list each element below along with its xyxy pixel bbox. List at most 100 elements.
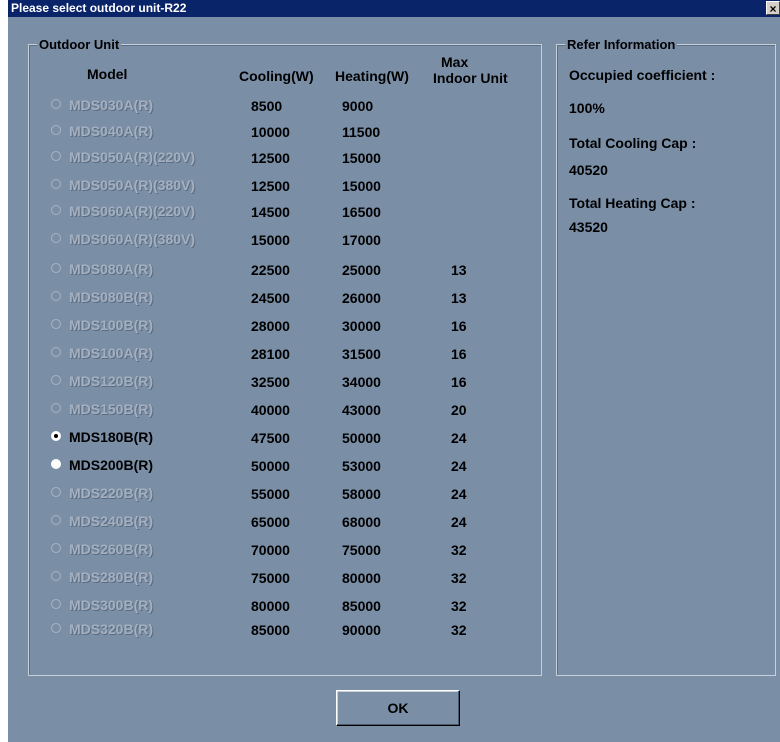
model-radio-button[interactable] xyxy=(51,431,61,441)
occupied-coefficient-value: 100% xyxy=(569,100,605,116)
model-label[interactable]: MDS080B(R) xyxy=(69,287,153,307)
model-label[interactable]: MDS080A(R) xyxy=(69,259,153,279)
model-label[interactable]: MDS050A(R)(220V) xyxy=(69,147,195,167)
model-label[interactable]: MDS180B(R) xyxy=(69,427,153,447)
max-indoor-unit-value: 16 xyxy=(451,346,467,362)
cooling-value: 55000 xyxy=(251,486,290,502)
model-radio-button[interactable] xyxy=(51,179,61,189)
model-radio-button[interactable] xyxy=(51,515,61,525)
header-cooling: Cooling(W) xyxy=(239,68,314,84)
close-button[interactable]: × xyxy=(766,1,780,16)
model-label[interactable]: MDS200B(R) xyxy=(69,455,153,475)
heating-value: 75000 xyxy=(342,542,381,558)
model-radio-button[interactable] xyxy=(51,487,61,497)
header-model: Model xyxy=(87,66,128,82)
model-radio-button[interactable] xyxy=(51,99,61,109)
model-radio-button[interactable] xyxy=(51,571,61,581)
max-indoor-unit-value: 20 xyxy=(451,402,467,418)
model-radio-button[interactable] xyxy=(51,375,61,385)
ok-button[interactable]: OK xyxy=(336,690,460,726)
occupied-coefficient-label: Occupied coefficient : xyxy=(569,67,716,83)
table-row: MDS150B(R) 40000 43000 20 xyxy=(29,399,541,421)
model-radio-button[interactable] xyxy=(51,125,61,135)
heating-value: 30000 xyxy=(342,318,381,334)
table-row: MDS060A(R)(220V) 14500 16500 xyxy=(29,201,541,223)
cooling-value: 47500 xyxy=(251,430,290,446)
heating-value: 90000 xyxy=(342,622,381,638)
cooling-value: 28100 xyxy=(251,346,290,362)
model-radio-button[interactable] xyxy=(51,233,61,243)
model-label[interactable]: MDS300B(R) xyxy=(69,595,153,615)
cooling-value: 22500 xyxy=(251,262,290,278)
heating-value: 58000 xyxy=(342,486,381,502)
model-radio-button[interactable] xyxy=(51,319,61,329)
heating-value: 31500 xyxy=(342,346,381,362)
table-row: MDS080B(R) 24500 26000 13 xyxy=(29,287,541,309)
max-indoor-unit-value: 24 xyxy=(451,486,467,502)
model-label[interactable]: MDS060A(R)(380V) xyxy=(69,229,195,249)
heating-value: 15000 xyxy=(342,150,381,166)
cooling-value: 14500 xyxy=(251,204,290,220)
table-row: MDS080A(R) 22500 25000 13 xyxy=(29,259,541,281)
model-label[interactable]: MDS060A(R)(220V) xyxy=(69,201,195,221)
model-label[interactable]: MDS030A(R) xyxy=(69,95,153,115)
model-radio-button[interactable] xyxy=(51,623,61,633)
max-indoor-unit-value: 24 xyxy=(451,458,467,474)
model-label[interactable]: MDS240B(R) xyxy=(69,511,153,531)
model-radio-button[interactable] xyxy=(51,459,61,469)
max-indoor-unit-value: 32 xyxy=(451,570,467,586)
max-indoor-unit-value: 13 xyxy=(451,290,467,306)
model-radio-button[interactable] xyxy=(51,347,61,357)
model-radio-button[interactable] xyxy=(51,263,61,273)
model-label[interactable]: MDS040A(R) xyxy=(69,121,153,141)
table-row: MDS280B(R) 75000 80000 32 xyxy=(29,567,541,589)
table-row: MDS100B(R) 28000 30000 16 xyxy=(29,315,541,337)
title-bar[interactable]: Please select outdoor unit-R22 × xyxy=(8,0,780,17)
cooling-value: 24500 xyxy=(251,290,290,306)
heating-value: 85000 xyxy=(342,598,381,614)
heating-value: 68000 xyxy=(342,514,381,530)
outdoor-unit-legend: Outdoor Unit xyxy=(37,37,122,52)
header-heating: Heating(W) xyxy=(335,68,409,84)
model-label[interactable]: MDS120B(R) xyxy=(69,371,153,391)
table-row: MDS120B(R) 32500 34000 16 xyxy=(29,371,541,393)
heating-value: 25000 xyxy=(342,262,381,278)
model-radio-button[interactable] xyxy=(51,205,61,215)
heating-value: 11500 xyxy=(342,124,381,140)
table-row: MDS220B(R) 55000 58000 24 xyxy=(29,483,541,505)
model-label[interactable]: MDS050A(R)(380V) xyxy=(69,175,195,195)
heating-value: 17000 xyxy=(342,232,381,248)
cooling-value: 8500 xyxy=(251,98,283,114)
heating-value: 80000 xyxy=(342,570,381,586)
max-indoor-unit-value: 16 xyxy=(451,374,467,390)
model-label[interactable]: MDS100A(R) xyxy=(69,343,153,363)
model-label[interactable]: MDS280B(R) xyxy=(69,567,153,587)
model-radio-button[interactable] xyxy=(51,599,61,609)
cooling-value: 15000 xyxy=(251,232,290,248)
header-max-indoor-unit: Indoor Unit xyxy=(433,70,508,86)
max-indoor-unit-value: 24 xyxy=(451,430,467,446)
model-label[interactable]: MDS220B(R) xyxy=(69,483,153,503)
cooling-value: 70000 xyxy=(251,542,290,558)
model-label[interactable]: MDS320B(R) xyxy=(69,619,153,639)
heating-value: 26000 xyxy=(342,290,381,306)
model-label[interactable]: MDS150B(R) xyxy=(69,399,153,419)
table-row[interactable]: MDS200B(R) 50000 53000 24 xyxy=(29,455,541,477)
max-indoor-unit-value: 32 xyxy=(451,622,467,638)
model-radio-button[interactable] xyxy=(51,543,61,553)
cooling-value: 85000 xyxy=(251,622,290,638)
cooling-value: 32500 xyxy=(251,374,290,390)
cooling-value: 65000 xyxy=(251,514,290,530)
model-radio-button[interactable] xyxy=(51,291,61,301)
dialog-window: Please select outdoor unit-R22 × Outdoor… xyxy=(8,0,780,742)
total-cooling-cap-label: Total Cooling Cap : xyxy=(569,135,697,151)
cooling-value: 80000 xyxy=(251,598,290,614)
model-label[interactable]: MDS100B(R) xyxy=(69,315,153,335)
model-radio-button[interactable] xyxy=(51,151,61,161)
max-indoor-unit-value: 24 xyxy=(451,514,467,530)
model-label[interactable]: MDS260B(R) xyxy=(69,539,153,559)
table-row[interactable]: MDS180B(R) 47500 50000 24 xyxy=(29,427,541,449)
max-indoor-unit-value: 32 xyxy=(451,542,467,558)
cooling-value: 28000 xyxy=(251,318,290,334)
model-radio-button[interactable] xyxy=(51,403,61,413)
